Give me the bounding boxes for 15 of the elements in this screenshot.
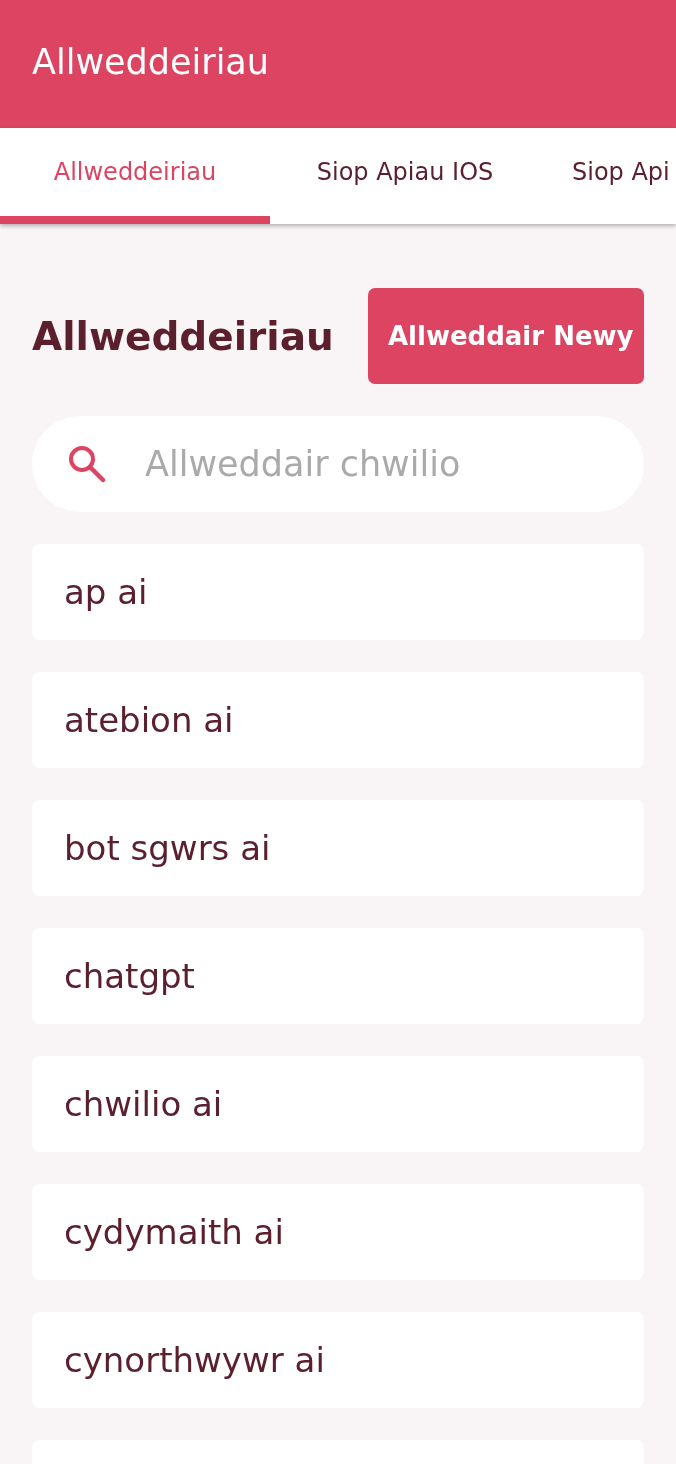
keyword-item[interactable]: chatgpt xyxy=(32,928,644,1024)
keyword-item[interactable]: ap ai xyxy=(32,544,644,640)
keyword-item[interactable]: atebion ai xyxy=(32,672,644,768)
page-heading: Allweddeiriau xyxy=(32,313,334,359)
tab[interactable]: Allweddeiriau xyxy=(0,128,270,224)
keyword-item[interactable]: chwilio ai xyxy=(32,1056,644,1152)
keyword-item[interactable]: cydymaith ai xyxy=(32,1184,644,1280)
keyword-item[interactable]: cynorthwywr ai xyxy=(32,1312,644,1408)
keyword-item[interactable]: bot sgwrs ai xyxy=(32,800,644,896)
app-title: Allweddeiriau xyxy=(32,41,269,83)
search-field[interactable]: Allweddair chwilio xyxy=(32,416,644,512)
new-keyword-button[interactable]: Allweddair Newy xyxy=(368,288,644,384)
tab[interactable]: Siop Apiau IOS xyxy=(270,128,540,224)
tab[interactable]: Siop Api xyxy=(540,128,676,224)
search-icon xyxy=(68,445,106,483)
